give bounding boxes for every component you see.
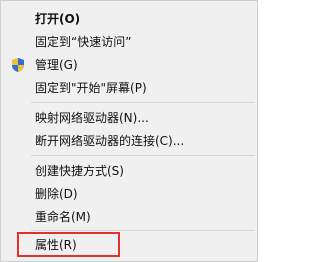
menu-item-open[interactable]: 打开(O) — [1, 8, 257, 30]
menu-item-disconnect-drive-label: 断开网络驱动器的连接(C)... — [35, 134, 185, 148]
menu-separator — [31, 102, 255, 103]
menu-item-create-shortcut-label: 创建快捷方式(S) — [35, 164, 124, 178]
menu-item-manage-label: 管理(G) — [35, 58, 78, 72]
menu-item-delete[interactable]: 删除(D) — [1, 183, 257, 205]
properties-highlight-box — [17, 232, 120, 257]
menu-item-map-drive-label: 映射网络驱动器(N)... — [35, 111, 149, 125]
menu-item-manage[interactable]: 管理(G) — [1, 54, 257, 76]
menu-item-create-shortcut[interactable]: 创建快捷方式(S) — [1, 160, 257, 182]
menu-item-open-label: 打开(O) — [35, 12, 81, 26]
menu-separator — [31, 155, 255, 156]
menu-item-rename-label: 重命名(M) — [35, 210, 91, 224]
menu-separator — [31, 230, 255, 231]
context-menu: 打开(O) 固定到“快速访问” 管理(G) 固定到"开始"屏幕(P) 映射网络驱… — [0, 0, 258, 262]
menu-item-disconnect-drive[interactable]: 断开网络驱动器的连接(C)... — [1, 130, 257, 152]
menu-item-map-drive[interactable]: 映射网络驱动器(N)... — [1, 107, 257, 129]
menu-item-rename[interactable]: 重命名(M) — [1, 206, 257, 228]
menu-item-pin-quick-access-label: 固定到“快速访问” — [35, 35, 132, 49]
menu-item-pin-start[interactable]: 固定到"开始"屏幕(P) — [1, 77, 257, 99]
uac-shield-icon — [12, 58, 24, 72]
menu-item-pin-quick-access[interactable]: 固定到“快速访问” — [1, 31, 257, 53]
menu-item-delete-label: 删除(D) — [35, 187, 78, 201]
menu-item-pin-start-label: 固定到"开始"屏幕(P) — [35, 81, 147, 95]
